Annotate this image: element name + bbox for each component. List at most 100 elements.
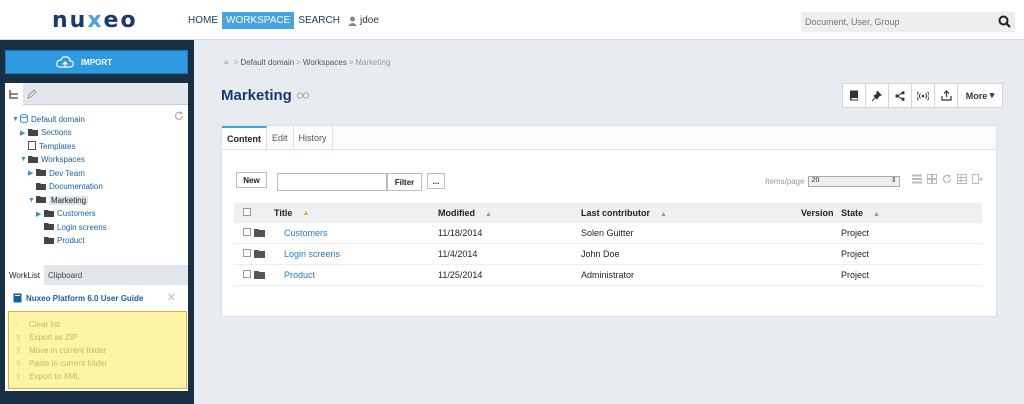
column-last-contributor[interactable]: Last contributor ▲: [581, 208, 801, 218]
caret-right-icon[interactable]: ▶: [36, 210, 44, 218]
worklist-action[interactable]: ⇪ Paste in current folder: [15, 357, 186, 370]
row-title-link[interactable]: Product: [284, 270, 315, 280]
worklist-action-label: Clear list: [29, 320, 61, 329]
row-contributor: Administrator: [581, 270, 635, 280]
worklist-action[interactable]: ▫ Clear list: [15, 318, 186, 331]
refresh-icon[interactable]: [942, 174, 952, 186]
tab-tree-view[interactable]: [5, 82, 23, 105]
caret-right-icon[interactable]: ▶: [20, 129, 28, 137]
nav-search[interactable]: SEARCH: [296, 12, 342, 29]
caret-down-icon[interactable]: ▼: [20, 156, 28, 163]
more-actions-button[interactable]: More ▾: [958, 84, 1002, 107]
filter-input[interactable]: [277, 173, 387, 191]
add-column-icon[interactable]: [972, 174, 983, 186]
tree-item[interactable]: ▶ Dev Team: [28, 168, 85, 178]
refresh-icon[interactable]: [174, 111, 184, 121]
tree-item[interactable]: ▼ Workspaces: [20, 155, 85, 165]
export-icon: [940, 90, 952, 101]
table-row[interactable]: Customers 11/18/2014 Solen Guitter Project: [234, 223, 982, 244]
folder-icon: [36, 168, 46, 178]
tree-item[interactable]: ▶ Customers: [36, 209, 96, 219]
tab-worklist[interactable]: WorkList: [5, 265, 44, 285]
close-icon[interactable]: ✕: [167, 291, 176, 304]
worklist-action[interactable]: ⇪ Move in current folder: [15, 344, 186, 357]
tab-edit[interactable]: Edit: [267, 126, 294, 149]
search-box: [801, 12, 1015, 32]
tree-item[interactable]: ▶ Sections: [20, 128, 72, 138]
worklist-item-label: Nuxeo Platform 6.0 User Guide: [26, 293, 144, 303]
caret-down-icon[interactable]: ▼: [28, 197, 36, 204]
tree-item-label: Default domain: [31, 115, 85, 124]
export-icon: ⇪: [15, 333, 22, 342]
row-checkbox[interactable]: [243, 228, 251, 236]
permalink-icon[interactable]: [296, 92, 309, 99]
worklist-action-label: Export to XML: [29, 372, 80, 381]
tree-item-label: Sections: [41, 128, 72, 137]
column-state[interactable]: State ▲: [841, 208, 901, 218]
worklist-item[interactable]: Nuxeo Platform 6.0 User Guide: [13, 293, 143, 303]
add-to-worklist-button[interactable]: [843, 84, 866, 107]
select-all-checkbox[interactable]: [243, 208, 251, 216]
column-modified[interactable]: Modified ▲: [438, 208, 581, 218]
tab-tags[interactable]: [23, 83, 41, 105]
row-checkbox[interactable]: [243, 270, 251, 278]
caret-down-icon[interactable]: ▼: [12, 116, 20, 123]
document-toolbar: More ▾: [842, 83, 1003, 108]
worklist-panel: WorkList Clipboard Nuxeo Platform 6.0 Us…: [5, 265, 188, 391]
table-row[interactable]: Login screens 11/4/2014 John Doe Project: [234, 244, 982, 265]
filter-button[interactable]: Filter: [387, 173, 422, 191]
caret-right-icon[interactable]: ▶: [28, 169, 36, 177]
share-button[interactable]: [889, 84, 912, 107]
folder-icon: [44, 209, 54, 219]
tree-item[interactable]: Login screens: [36, 222, 107, 232]
sort-icon: ▲: [660, 211, 667, 218]
new-button[interactable]: New: [236, 172, 267, 188]
row-title-link[interactable]: Customers: [284, 228, 328, 238]
import-label: IMPORT: [80, 57, 113, 67]
pin-button[interactable]: [866, 84, 889, 107]
row-modified: 11/25/2014: [438, 270, 483, 280]
export-button[interactable]: [935, 84, 958, 107]
row-title-link[interactable]: Login screens: [284, 249, 340, 259]
tree-item[interactable]: ▼ Default domain: [12, 114, 85, 125]
tree-item[interactable]: ▼ Marketing: [28, 195, 89, 205]
folder-icon: [28, 128, 38, 138]
table-body: Customers 11/18/2014 Solen Guitter Project L…: [234, 223, 982, 286]
tree-item[interactable]: Documentation: [28, 182, 103, 192]
search-input[interactable]: [801, 12, 981, 32]
menu-icon[interactable]: ≡: [224, 58, 229, 67]
row-modified: 11/4/2014: [438, 249, 478, 259]
thumbnail-view-icon[interactable]: [927, 174, 937, 186]
nuxeo-logo[interactable]: nuxeo: [52, 8, 138, 33]
row-checkbox[interactable]: [243, 249, 251, 257]
nav-workspace[interactable]: WORKSPACE: [222, 12, 295, 29]
tree-item[interactable]: Product: [36, 236, 85, 246]
worklist-action[interactable]: ⇪ Export as ZIP: [15, 331, 186, 344]
user-menu[interactable]: jdoe: [347, 15, 379, 26]
tab-history[interactable]: History: [294, 126, 333, 149]
folder-icon: [254, 249, 275, 260]
table-row[interactable]: Product 11/25/2014 Administrator Project: [234, 265, 982, 286]
row-state: Project: [841, 249, 870, 259]
spreadsheet-icon[interactable]: [957, 174, 967, 186]
more-filters-button[interactable]: ...: [427, 173, 445, 189]
items-per-page-select[interactable]: 20: [807, 176, 900, 187]
worklist-action[interactable]: ⇪ Export to XML: [15, 370, 186, 383]
row-state: Project: [841, 270, 870, 280]
breadcrumb-workspaces[interactable]: Workspaces: [303, 58, 347, 67]
column-title[interactable]: Title ▲: [274, 208, 438, 218]
page-title-text: Marketing: [221, 87, 292, 104]
tree-item[interactable]: Templates: [20, 141, 75, 152]
breadcrumb-default-domain[interactable]: Default domain: [240, 58, 294, 67]
trash-icon: ▫: [15, 320, 18, 329]
tab-content[interactable]: Content: [222, 126, 267, 149]
tab-clipboard[interactable]: Clipboard: [44, 265, 86, 285]
search-icon[interactable]: [998, 15, 1011, 28]
tag-icon: [27, 88, 37, 99]
row-contributor: Solen Guitter: [581, 228, 634, 238]
list-view-icon[interactable]: [912, 174, 922, 186]
subscribe-button[interactable]: [912, 84, 935, 107]
import-button[interactable]: IMPORT: [5, 50, 188, 74]
nav-home[interactable]: HOME: [186, 12, 220, 29]
move-icon: ⇪: [15, 346, 22, 355]
